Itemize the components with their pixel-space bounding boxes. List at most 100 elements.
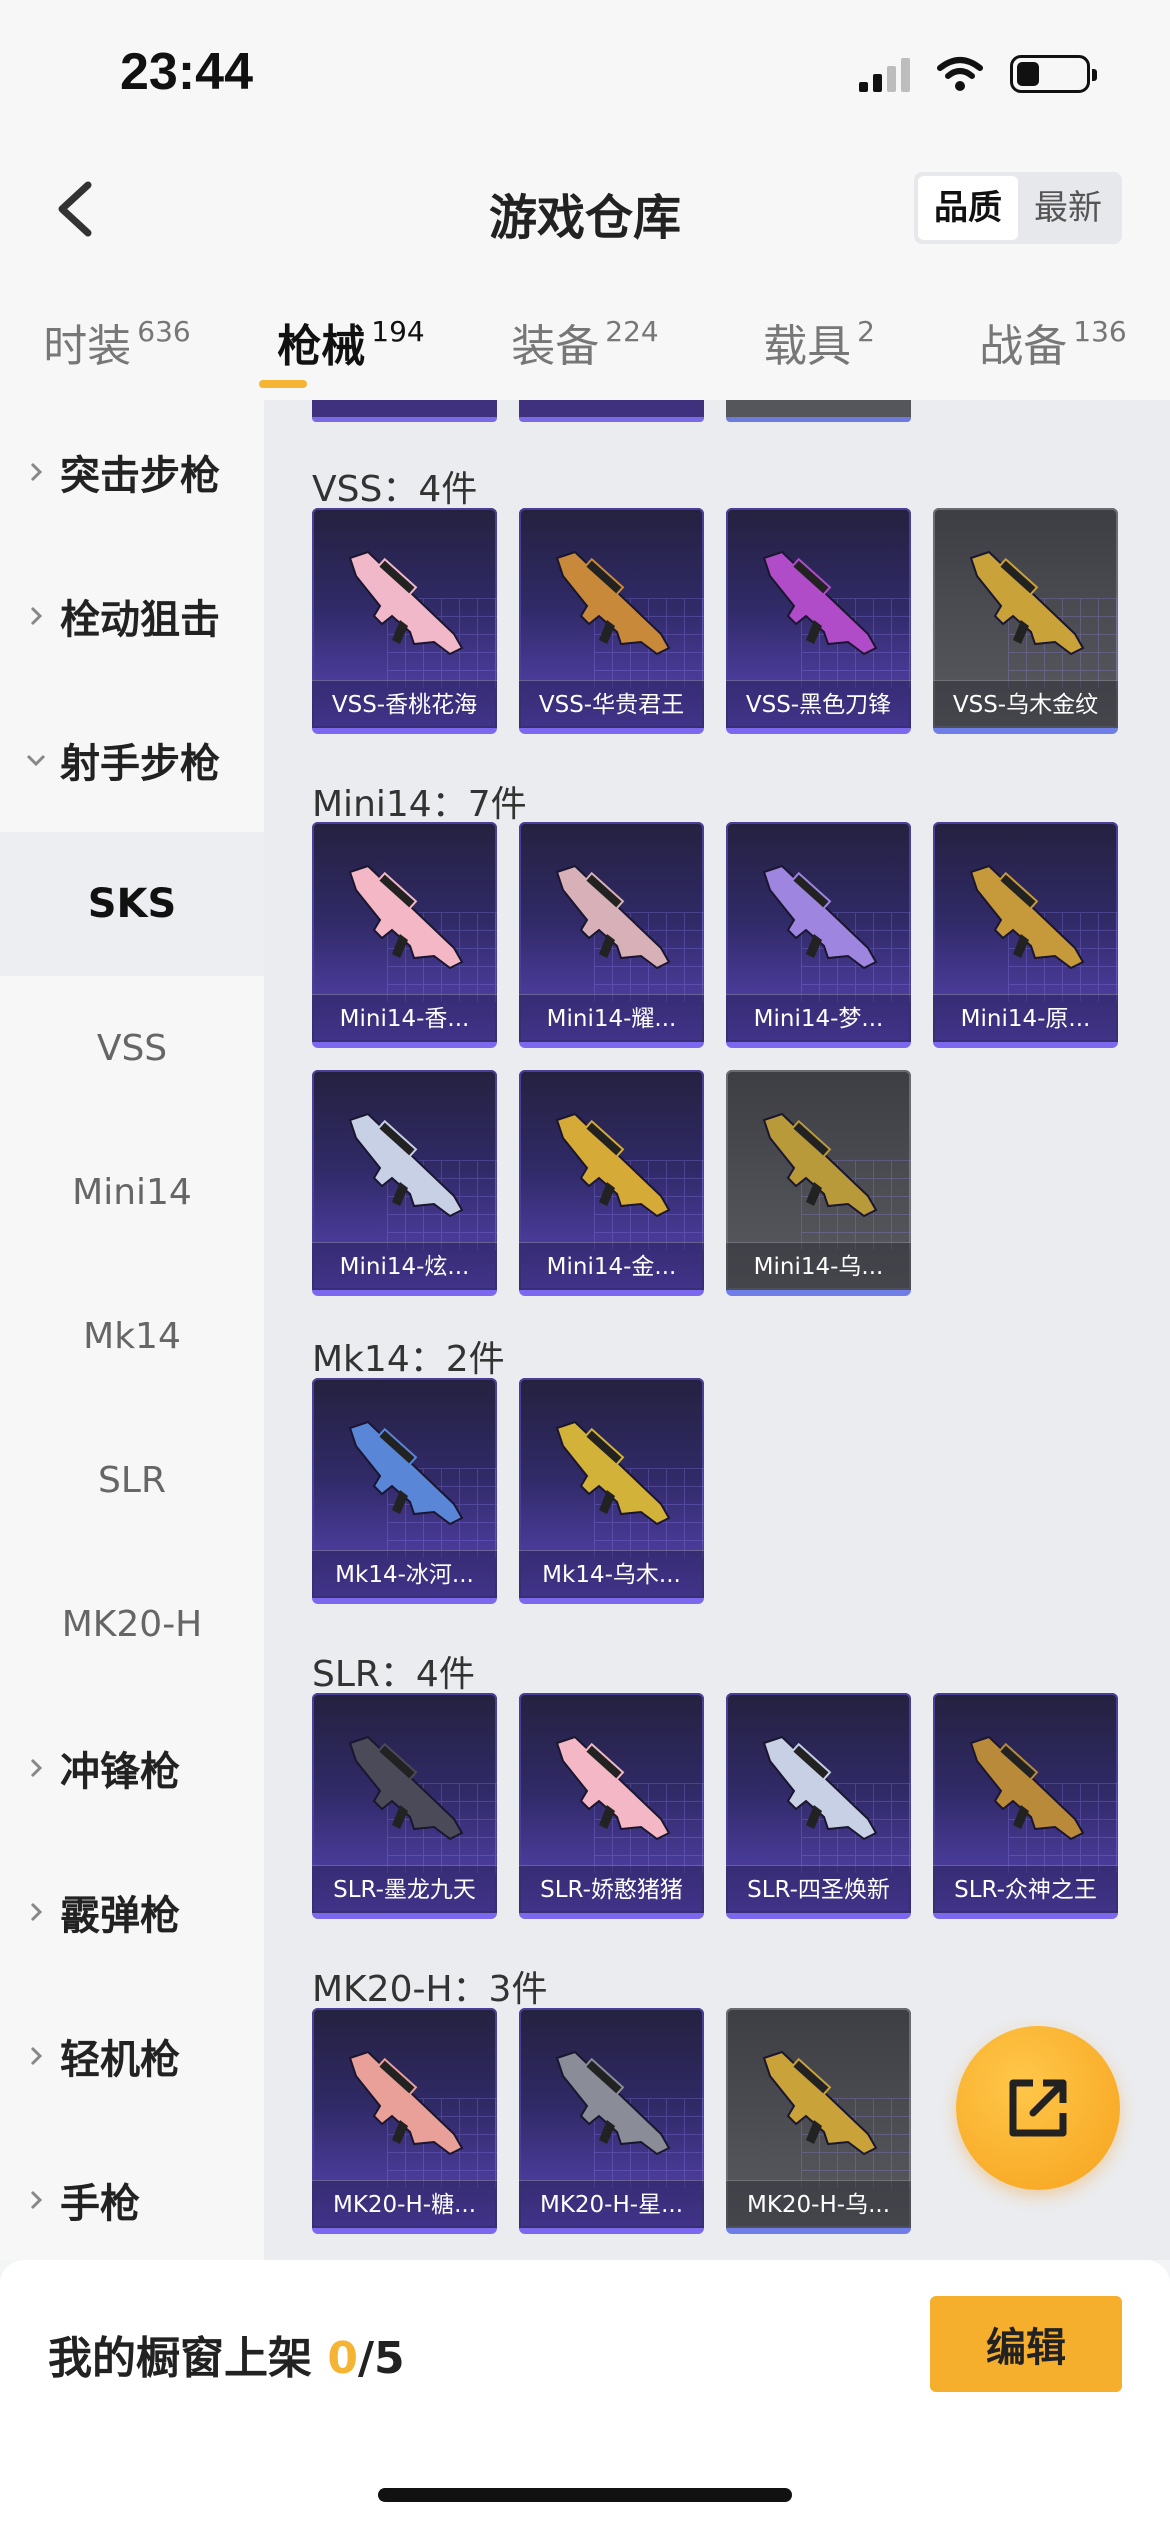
sidebar-item-mini14[interactable]: Mini14 [0, 1120, 264, 1264]
rifle-icon [348, 2050, 464, 2156]
weapon-skin-card[interactable]: Mini14-梦... [726, 822, 911, 1048]
chevron-right-icon [30, 606, 43, 626]
weapon-skin-card[interactable]: Mk14-冰河... [312, 1378, 497, 1604]
item-grid: SLR-墨龙九天 SLR-娇憨猪猪 SLR-四圣焕新 SLR-众神之王 [312, 1693, 1118, 1919]
chevron-right-icon [30, 2190, 43, 2210]
showcase-label: 我的橱窗上架 [48, 2333, 328, 2384]
weapon-grid-panel: VSS：4件 VSS-香桃花海 VSS-华贵君王 VSS-黑色刀锋 VSS-乌木金纹 Mi… [264, 400, 1170, 2260]
weapon-skin-card[interactable]: Mini14-香... [312, 822, 497, 1048]
rifle-icon [555, 2050, 671, 2156]
weapon-type-sidebar: 突击步枪栓动狙击 射手步枪 SKS VSS Mini14 Mk14 SLR MK20-H 冲锋枪… [0, 400, 264, 2260]
rifle-icon [969, 1735, 1085, 1841]
tab-label: 战备 [979, 321, 1068, 372]
sidebar-item-突击步枪[interactable]: 突击步枪 [0, 400, 264, 544]
sidebar-item-label: VSS [96, 1027, 168, 1069]
rifle-icon [969, 864, 1085, 970]
tab-weapons[interactable]: 枪械 194 [234, 270, 468, 400]
rifle-icon [555, 1420, 671, 1526]
weapon-skin-card[interactable]: VSS-黑色刀锋 [726, 508, 911, 734]
tab-count: 2 [857, 315, 875, 348]
sidebar-item-label: 冲锋枪 [60, 1749, 180, 1795]
sidebar-item-label: 手枪 [60, 2181, 140, 2227]
weapon-skin-card[interactable]: MK20-H-星... [519, 2008, 704, 2234]
weapon-skin-card[interactable]: Mini14-乌... [726, 1070, 911, 1296]
edit-button[interactable]: 编辑 [930, 2296, 1122, 2392]
sidebar-item-mk14[interactable]: Mk14 [0, 1264, 264, 1408]
chevron-right-icon [30, 1758, 43, 1778]
sidebar-item-栓动狙击[interactable]: 栓动狙击 [0, 544, 264, 688]
sort-newest-button[interactable]: 最新 [1018, 176, 1118, 240]
status-time: 23:44 [120, 43, 253, 101]
weapon-skin-card[interactable]: SLR-四圣焕新 [726, 1693, 911, 1919]
weapon-skin-card[interactable]: Mk14-乌木... [519, 1378, 704, 1604]
rifle-icon [762, 550, 878, 656]
weapon-skin-card[interactable]: MK20-H-乌... [726, 2008, 911, 2234]
weapon-skin-card[interactable]: Mini14-炫... [312, 1070, 497, 1296]
item-card-partial[interactable] [312, 400, 497, 422]
chevron-right-icon [30, 462, 43, 482]
sidebar-item-冲锋枪[interactable]: 冲锋枪 [0, 1696, 264, 1840]
sidebar-item-label: 轻机枪 [60, 2037, 180, 2083]
weapon-skin-card[interactable]: VSS-乌木金纹 [933, 508, 1118, 734]
sidebar-item-label: SLR [98, 1459, 166, 1501]
weapon-skin-name: Mini14-香... [312, 994, 497, 1042]
rifle-icon [762, 1735, 878, 1841]
weapon-skin-name: Mini14-耀... [519, 994, 704, 1042]
rifle-icon [555, 864, 671, 970]
item-card-partial[interactable] [519, 400, 704, 422]
weapon-skin-card[interactable]: VSS-华贵君王 [519, 508, 704, 734]
tab-combat-gear[interactable]: 战备 136 [936, 270, 1170, 400]
rifle-icon [348, 864, 464, 970]
sidebar-item-label: 霰弹枪 [60, 1893, 180, 1939]
sidebar-item-slr[interactable]: SLR [0, 1408, 264, 1552]
weapon-skin-name: VSS-黑色刀锋 [726, 680, 911, 728]
sidebar-item-label: SKS [87, 881, 177, 927]
weapon-skin-name: VSS-乌木金纹 [933, 680, 1118, 728]
weapon-skin-card[interactable]: Mini14-原... [933, 822, 1118, 1048]
sidebar-item-手枪[interactable]: 手枪 [0, 2128, 264, 2272]
sidebar-item-label: 突击步枪 [60, 453, 220, 499]
weapon-skin-card[interactable]: SLR-众神之王 [933, 1693, 1118, 1919]
sidebar-item-label: Mini14 [72, 1171, 192, 1213]
weapon-skin-name: Mini14-乌... [726, 1242, 911, 1290]
rifle-icon [348, 550, 464, 656]
header: 游戏仓库 品质 最新 [0, 150, 1170, 270]
weapon-skin-card[interactable]: SLR-墨龙九天 [312, 1693, 497, 1919]
weapon-skin-card[interactable]: SLR-娇憨猪猪 [519, 1693, 704, 1919]
wifi-icon [937, 57, 983, 91]
tab-label: 时装 [43, 321, 132, 372]
sort-quality-button[interactable]: 品质 [918, 176, 1018, 240]
group-title: MK20-H：3件 [312, 1969, 548, 2010]
group-title: VSS：4件 [312, 469, 478, 510]
showcase-status: 我的橱窗上架 0/5 [48, 2322, 405, 2386]
weapon-skin-card[interactable]: Mini14-耀... [519, 822, 704, 1048]
weapon-skin-name: Mini14-炫... [312, 1242, 497, 1290]
sidebar-item-vss[interactable]: VSS [0, 976, 264, 1120]
showcase-count: 0 [327, 2333, 358, 2384]
weapon-skin-name: Mk14-乌木... [519, 1550, 704, 1598]
rifle-icon [348, 1112, 464, 1218]
weapon-skin-card[interactable]: MK20-H-糖... [312, 2008, 497, 2234]
tab-vehicles[interactable]: 载具 2 [702, 270, 936, 400]
chevron-right-icon [30, 1902, 43, 1922]
share-external-icon [1009, 2079, 1067, 2137]
item-card-partial[interactable] [726, 400, 911, 422]
share-button[interactable] [956, 2026, 1120, 2190]
weapon-skin-name: MK20-H-星... [519, 2180, 704, 2228]
sidebar-item-mk20-h[interactable]: MK20-H [0, 1552, 264, 1696]
sidebar-item-霰弹枪[interactable]: 霰弹枪 [0, 1840, 264, 1984]
tab-fashion[interactable]: 时装 636 [0, 270, 234, 400]
home-indicator [378, 2488, 792, 2502]
weapon-skin-name: Mk14-冰河... [312, 1550, 497, 1598]
tab-equipment[interactable]: 装备 224 [468, 270, 702, 400]
sidebar-item-sks[interactable]: SKS [0, 832, 264, 976]
tab-count: 636 [137, 315, 191, 348]
tab-label: 载具 [763, 321, 852, 372]
group-title: Mk14：2件 [312, 1339, 505, 1380]
sidebar-item-射手步枪[interactable]: 射手步枪 [0, 688, 264, 832]
weapon-skin-card[interactable]: VSS-香桃花海 [312, 508, 497, 734]
group-title: Mini14：7件 [312, 784, 527, 825]
sidebar-item-轻机枪[interactable]: 轻机枪 [0, 1984, 264, 2128]
weapon-skin-card[interactable]: Mini14-金... [519, 1070, 704, 1296]
weapon-skin-name: Mini14-金... [519, 1242, 704, 1290]
